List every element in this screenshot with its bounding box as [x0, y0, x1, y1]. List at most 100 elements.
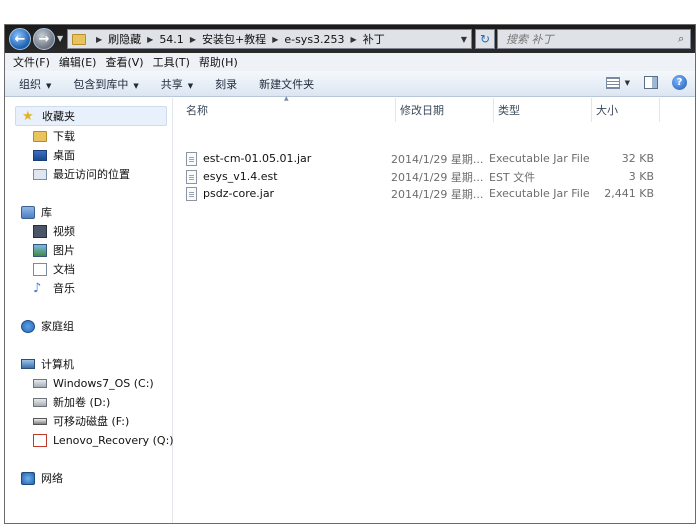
search-box[interactable]: ⌕ — [497, 29, 691, 49]
menu-view[interactable]: 查看(V) — [105, 54, 143, 70]
drive-icon — [33, 397, 47, 407]
refresh-button[interactable]: ↻ — [475, 29, 495, 49]
breadcrumb-chevron-icon[interactable]: ▶ — [147, 35, 153, 44]
recent-pages-dropdown[interactable]: ▼ — [57, 34, 63, 43]
file-row[interactable]: psdz-core.jar 2014/1/29 星期... Executable… — [186, 185, 686, 202]
column-header-size[interactable]: 大小 — [592, 98, 660, 122]
nav-item-drive-d[interactable]: 新加卷 (D:) — [33, 394, 110, 410]
nav-item-drive-f[interactable]: 可移动磁盘 (F:) — [33, 413, 129, 429]
file-type: EST 文件 — [489, 170, 536, 184]
breadcrumb-chevron-icon[interactable]: ▶ — [190, 35, 196, 44]
back-arrow-icon: ← — [14, 31, 26, 47]
nav-item-documents[interactable]: 文档 — [33, 261, 75, 277]
menu-tools[interactable]: 工具(T) — [153, 54, 190, 70]
nav-label: 视频 — [53, 225, 75, 238]
column-header-date[interactable]: 修改日期 — [396, 98, 494, 122]
menu-edit[interactable]: 编辑(E) — [59, 54, 97, 70]
navigation-pane: ★ 收藏夹 下载 桌面 最近访问的位置 库 视频 图片 文档 ♪ 音乐 家庭组 … — [5, 98, 174, 523]
nav-item-videos[interactable]: 视频 — [33, 223, 75, 239]
nav-item-desktop[interactable]: 桌面 — [33, 147, 75, 163]
jar-file-icon — [186, 186, 197, 201]
file-row[interactable]: est-cm-01.05.01.jar 2014/1/29 星期... Exec… — [186, 150, 686, 167]
picture-icon — [33, 243, 47, 257]
nav-item-drive-c[interactable]: Windows7_OS (C:) — [33, 375, 154, 391]
file-size: 2,441 KB — [604, 187, 654, 200]
nav-label: 家庭组 — [41, 320, 74, 333]
view-options-dropdown-icon[interactable]: ▼ — [625, 79, 630, 87]
file-size: 32 KB — [621, 152, 654, 165]
downloads-folder-icon — [33, 130, 47, 142]
file-size: 3 KB — [628, 170, 654, 183]
nav-label: Lenovo_Recovery (Q:) — [53, 433, 174, 447]
nav-label: 网络 — [41, 472, 63, 485]
document-icon — [33, 262, 47, 276]
star-icon: ★ — [22, 108, 34, 124]
nav-label: 图片 — [53, 244, 75, 257]
library-icon — [21, 205, 35, 219]
file-name-cell: est-cm-01.05.01.jar — [186, 150, 311, 167]
breadcrumb-chevron-icon[interactable]: ▶ — [96, 35, 102, 44]
nav-item-music[interactable]: ♪ 音乐 — [33, 280, 75, 296]
breadcrumb: ▶ 刷隐藏 ▶ 54.1 ▶ 安装包+教程 ▶ e-sys3.253 ▶ 补丁 — [90, 30, 385, 48]
nav-label: 新加卷 (D:) — [53, 396, 111, 409]
nav-label: 文档 — [53, 263, 75, 276]
nav-network[interactable]: 网络 — [21, 470, 63, 486]
burn-button[interactable]: 刻录 — [215, 76, 237, 92]
file-list: ▲ 名称 修改日期 类型 大小 est-cm-01.05.01.jar 2014… — [174, 95, 695, 523]
file-name-cell: esys_v1.4.est — [186, 168, 278, 185]
search-input[interactable] — [506, 32, 676, 46]
share-button[interactable]: 共享 ▼ — [161, 76, 193, 92]
nav-libraries[interactable]: 库 — [21, 204, 52, 220]
menu-help[interactable]: 帮助(H) — [199, 54, 238, 70]
nav-label: 音乐 — [53, 282, 75, 295]
nav-item-recent-places[interactable]: 最近访问的位置 — [33, 166, 130, 182]
folder-icon — [72, 33, 86, 45]
nav-label: 收藏夹 — [42, 110, 75, 123]
search-icon[interactable]: ⌕ — [678, 32, 684, 46]
address-bar[interactable]: ▶ 刷隐藏 ▶ 54.1 ▶ 安装包+教程 ▶ e-sys3.253 ▶ 补丁 … — [67, 29, 472, 49]
nav-item-pictures[interactable]: 图片 — [33, 242, 75, 258]
nav-homegroup[interactable]: 家庭组 — [21, 318, 74, 334]
column-header-name[interactable]: 名称 — [182, 98, 396, 122]
preview-pane-icon[interactable] — [644, 76, 658, 89]
column-header-type[interactable]: 类型 — [494, 98, 592, 122]
nav-label: 计算机 — [41, 358, 74, 371]
desktop-icon — [33, 149, 47, 161]
include-in-library-label: 包含到库中 — [73, 77, 129, 91]
nav-item-downloads[interactable]: 下载 — [33, 128, 75, 144]
homegroup-icon — [21, 319, 35, 333]
back-button[interactable]: ← — [9, 28, 31, 50]
address-row: ← → ▼ ▶ 刷隐藏 ▶ 54.1 ▶ 安装包+教程 ▶ e-sys3.253… — [5, 25, 695, 53]
nav-label: 库 — [41, 206, 52, 219]
organize-label: 组织 — [19, 77, 41, 91]
breadcrumb-chevron-icon[interactable]: ▶ — [351, 35, 357, 44]
chevron-down-icon: ▼ — [46, 81, 52, 90]
include-in-library-button[interactable]: 包含到库中 ▼ — [73, 76, 138, 92]
address-dropdown-icon[interactable]: ▼ — [461, 35, 467, 44]
chevron-down-icon: ▼ — [133, 81, 139, 90]
organize-button[interactable]: 组织 ▼ — [19, 76, 51, 92]
breadcrumb-chevron-icon[interactable]: ▶ — [272, 35, 278, 44]
nav-item-drive-q[interactable]: Lenovo_Recovery (Q:) — [33, 432, 174, 448]
breadcrumb-item[interactable]: 刷隐藏 — [108, 31, 141, 47]
new-folder-button[interactable]: 新建文件夹 — [259, 76, 314, 92]
breadcrumb-item[interactable]: 54.1 — [159, 33, 184, 46]
menu-file[interactable]: 文件(F) — [13, 54, 50, 70]
view-options-icon[interactable] — [605, 76, 620, 89]
nav-computer[interactable]: 计算机 — [21, 356, 74, 372]
help-icon[interactable]: ? — [672, 75, 687, 90]
share-label: 共享 — [160, 77, 183, 91]
file-name: psdz-core.jar — [203, 187, 275, 200]
menu-bar: 文件(F) 编辑(E) 查看(V) 工具(T) 帮助(H) — [5, 53, 695, 71]
file-row[interactable]: esys_v1.4.est 2014/1/29 星期... EST 文件 3 K… — [186, 168, 686, 185]
breadcrumb-item[interactable]: e-sys3.253 — [284, 33, 344, 46]
file-name-cell: psdz-core.jar — [186, 185, 274, 202]
nav-label: 最近访问的位置 — [53, 168, 130, 181]
breadcrumb-item[interactable]: 安装包+教程 — [202, 31, 266, 47]
nav-label: Windows7_OS (C:) — [53, 376, 154, 390]
file-date: 2014/1/29 星期... — [391, 152, 484, 166]
forward-button[interactable]: → — [33, 28, 55, 50]
breadcrumb-item[interactable]: 补丁 — [363, 31, 385, 47]
nav-label: 桌面 — [53, 149, 75, 162]
nav-favorites[interactable]: ★ 收藏夹 — [15, 106, 167, 126]
